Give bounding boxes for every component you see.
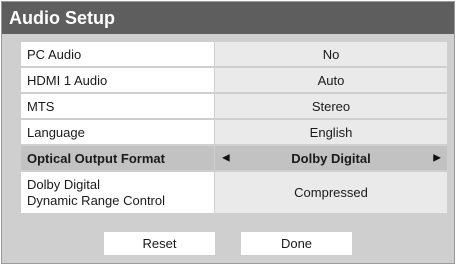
setting-row-hdmi-audio[interactable]: HDMI 1 Audio Auto	[21, 68, 447, 92]
setting-label: Dolby Digital Dynamic Range Control	[21, 172, 214, 213]
setting-row-optical-output-format[interactable]: Optical Output Format ◀ Dolby Digital ▶	[21, 146, 447, 170]
settings-list: PC Audio No HDMI 1 Audio Auto MTS Stereo…	[21, 42, 447, 215]
title-bar: Audio Setup	[2, 2, 454, 34]
setting-label: Language	[21, 120, 214, 144]
setting-value[interactable]: English	[215, 120, 447, 144]
setting-row-dynamic-range-control[interactable]: Dolby Digital Dynamic Range Control Comp…	[21, 172, 447, 213]
setting-label: MTS	[21, 94, 214, 118]
setting-label: PC Audio	[21, 42, 214, 66]
setting-label-line1: Dolby Digital	[27, 176, 100, 192]
dialog-title: Audio Setup	[9, 8, 115, 28]
setting-value[interactable]: Auto	[215, 68, 447, 92]
setting-value-selector[interactable]: ◀ Dolby Digital ▶	[215, 146, 447, 170]
setting-row-mts[interactable]: MTS Stereo	[21, 94, 447, 118]
setting-value: Dolby Digital	[291, 150, 371, 166]
setting-row-language[interactable]: Language English	[21, 120, 447, 144]
setting-row-pc-audio[interactable]: PC Audio No	[21, 42, 447, 66]
arrow-left-icon[interactable]: ◀	[222, 153, 230, 164]
arrow-right-icon[interactable]: ▶	[433, 153, 441, 164]
setting-label-line2: Dynamic Range Control	[27, 192, 166, 208]
setting-label: HDMI 1 Audio	[21, 68, 214, 92]
setting-value[interactable]: No	[215, 42, 447, 66]
audio-setup-dialog: Audio Setup PC Audio No HDMI 1 Audio Aut…	[1, 1, 455, 264]
reset-button[interactable]: Reset	[104, 232, 215, 255]
done-button[interactable]: Done	[241, 232, 352, 255]
setting-value[interactable]: Compressed	[215, 172, 447, 213]
setting-label: Optical Output Format	[21, 146, 214, 170]
setting-value[interactable]: Stereo	[215, 94, 447, 118]
